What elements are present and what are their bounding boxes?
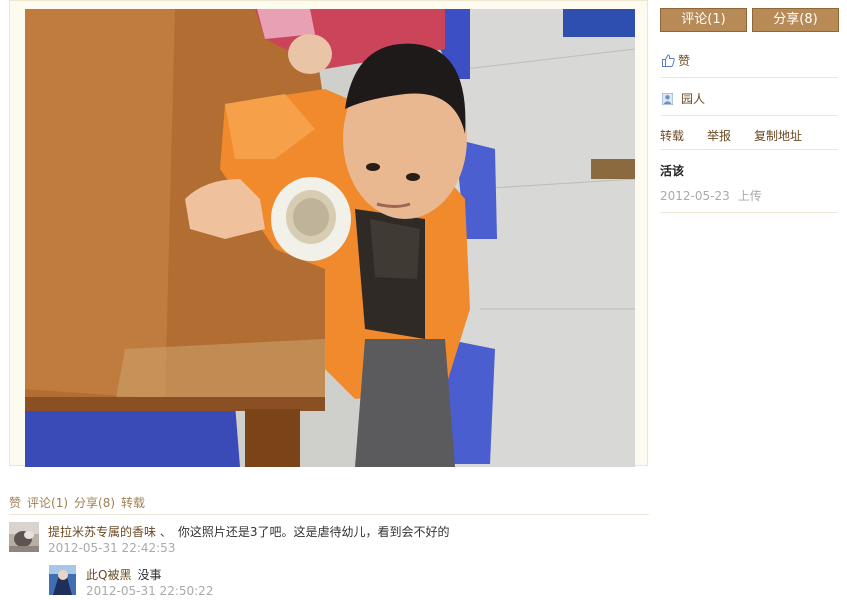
upload-label: 上传: [737, 189, 762, 203]
repost-link[interactable]: 转载: [660, 127, 684, 144]
photo[interactable]: [25, 9, 635, 467]
comment-body: 此Q被黑 没事: [86, 566, 161, 583]
photo-title: 活该: [660, 164, 685, 178]
upload-info: 2012-05-23 上传: [660, 187, 762, 204]
author-row: 园人: [660, 78, 838, 116]
avatar[interactable]: [49, 565, 76, 595]
upload-date: 2012-05-23: [660, 189, 730, 203]
comment-text: 你这照片还是3了吧。这是虐待幼儿，看到会不好的: [177, 525, 450, 539]
photo-image: [25, 9, 635, 467]
author: 园人: [661, 90, 705, 107]
comment-button[interactable]: 评论(1): [660, 8, 747, 32]
share-button[interactable]: 分享(8): [752, 8, 839, 32]
comment-author[interactable]: 提拉米苏专属的香味 、: [48, 525, 172, 539]
avatar[interactable]: [9, 522, 39, 552]
comment-link[interactable]: 评论(1): [27, 494, 68, 514]
share-link[interactable]: 分享(8): [74, 494, 115, 514]
comment-body: 提拉米苏专属的香味 、你这照片还是3了吧。这是虐待幼儿，看到会不好的: [48, 523, 449, 540]
photo-actions: 转载 举报 复制地址: [660, 116, 838, 150]
comment-time: 2012-05-31 22:42:53: [48, 541, 176, 555]
user-icon: [661, 92, 674, 105]
photo-info: 活该 2012-05-23 上传: [660, 150, 838, 213]
thumbs-up-icon: [662, 54, 675, 67]
like-button[interactable]: 赞: [662, 52, 690, 69]
copy-link[interactable]: 复制地址: [754, 127, 802, 144]
like-label: 赞: [678, 54, 691, 68]
comment-author[interactable]: 此Q被黑: [86, 568, 131, 582]
author-name[interactable]: 园人: [681, 90, 705, 107]
report-link[interactable]: 举报: [707, 127, 731, 144]
photo-frame: [9, 0, 648, 467]
like-row: 赞: [660, 40, 838, 78]
like-link[interactable]: 赞: [9, 494, 21, 514]
social-bar: 赞 评论(1) 分享(8) 转载: [9, 494, 649, 515]
repost-link-bottom[interactable]: 转载: [121, 494, 145, 514]
comment-text: 没事: [137, 568, 162, 582]
comment-time: 2012-05-31 22:50:22: [86, 584, 214, 598]
